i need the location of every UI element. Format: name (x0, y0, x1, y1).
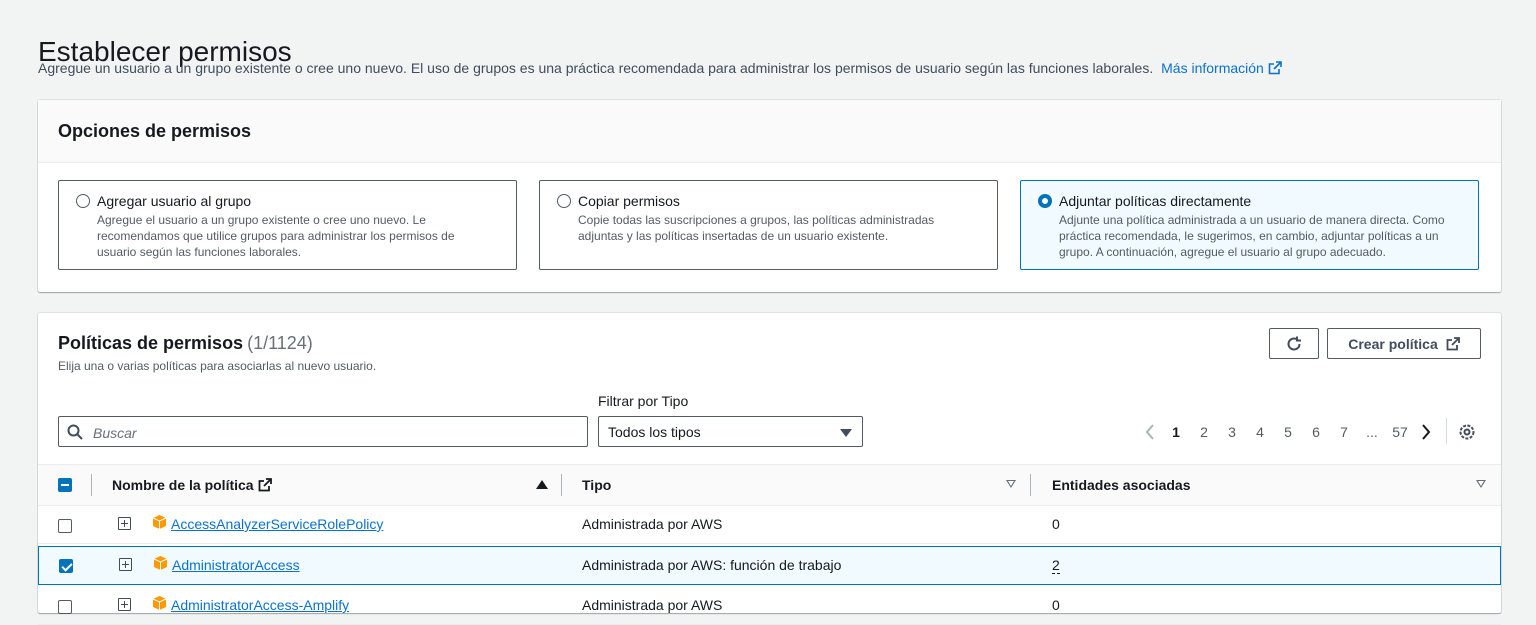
page-ellipsis: ... (1366, 424, 1378, 440)
option-copy-permissions-description: Copie todas las suscripciones a grupos, … (578, 213, 935, 243)
permission-options-header: Opciones de permisos (38, 100, 1501, 163)
external-link-icon (258, 478, 272, 492)
expand-icon[interactable] (118, 517, 131, 530)
column-divider (1030, 474, 1031, 496)
aws-managed-icon (153, 556, 168, 570)
aws-managed-icon (152, 515, 167, 529)
column-divider (561, 474, 562, 496)
policy-type: Administrada por AWS: función de trabajo (582, 557, 842, 573)
option-attach-policies-label: Adjuntar políticas directamente (1059, 193, 1252, 209)
filter-type-select[interactable]: Todos los tipos (598, 416, 863, 447)
table-header: Nombre de la política Tipo Entidades aso… (38, 464, 1501, 506)
page-3[interactable]: 3 (1218, 424, 1246, 440)
row-checkbox[interactable] (58, 519, 72, 533)
prev-page-button[interactable] (1138, 424, 1162, 440)
sort-icon[interactable] (1476, 480, 1486, 488)
permission-options-title: Opciones de permisos (58, 121, 252, 141)
more-info-label: Más información (1161, 60, 1264, 76)
sort-ascending-icon[interactable] (536, 480, 548, 489)
option-copy-permissions-label: Copiar permisos (578, 193, 680, 209)
page-5[interactable]: 5 (1274, 424, 1302, 440)
page-description: Agregue un usuario a un grupo existente … (38, 60, 1282, 76)
policy-type: Administrada por AWS (582, 516, 723, 532)
caret-down-icon (840, 429, 852, 437)
filter-type-value: Todos los tipos (608, 424, 701, 440)
pagination: 1 2 3 4 5 6 7 ... 57 (1138, 421, 1438, 443)
select-all-checkbox[interactable] (58, 478, 72, 492)
create-policy-label: Crear política (1348, 335, 1438, 352)
option-add-to-group-label: Agregar usuario al grupo (97, 193, 252, 209)
policies-title-text: Políticas de permisos (58, 333, 244, 353)
column-name-label: Nombre de la política (112, 477, 254, 493)
policies-description: Elija una o varias políticas para asocia… (58, 359, 377, 373)
permission-policies-panel: Políticas de permisos (1/1124) Elija una … (38, 313, 1501, 625)
expand-icon[interactable] (118, 598, 131, 611)
page-6[interactable]: 6 (1302, 424, 1330, 440)
radio-copy-permissions[interactable] (557, 194, 571, 208)
policy-entities[interactable]: 2 (1052, 557, 1060, 574)
column-header-type[interactable]: Tipo (582, 477, 611, 493)
sort-icon[interactable] (1006, 480, 1016, 488)
policy-type: Administrada por AWS (582, 597, 723, 613)
policies-count: (1/1124) (247, 333, 313, 353)
radio-add-to-group[interactable] (76, 194, 90, 208)
search-box[interactable] (58, 416, 588, 447)
page-description-text: Agregue un usuario a un grupo existente … (38, 60, 1154, 76)
option-copy-permissions[interactable]: Copiar permisos Copie todas las suscripc… (539, 180, 998, 270)
external-link-icon (1446, 336, 1460, 350)
radio-attach-policies[interactable] (1038, 194, 1052, 208)
chevron-right-icon (1422, 424, 1431, 440)
policy-name-link[interactable]: AdministratorAccess-Amplify (171, 597, 349, 613)
option-add-to-group-description: Agregue el usuario a un grupo existente … (97, 213, 455, 259)
more-info-link[interactable]: Más información (1161, 60, 1282, 76)
option-add-to-group[interactable]: Agregar usuario al grupo Agregue el usua… (58, 180, 517, 270)
page-7[interactable]: 7 (1330, 424, 1358, 440)
page-2[interactable]: 2 (1190, 424, 1218, 440)
create-policy-button[interactable]: Crear política (1327, 328, 1481, 359)
refresh-button[interactable] (1269, 328, 1319, 359)
table-row[interactable]: AccessAnalyzerServiceRolePolicy Administ… (38, 505, 1501, 544)
column-header-entities[interactable]: Entidades asociadas (1052, 477, 1191, 493)
policy-entities: 0 (1052, 597, 1060, 613)
policies-title: Políticas de permisos (1/1124) (58, 333, 313, 354)
page-57[interactable]: 57 (1386, 424, 1414, 440)
next-page-button[interactable] (1414, 424, 1438, 440)
page-1[interactable]: 1 (1162, 424, 1190, 440)
aws-managed-icon (152, 596, 167, 610)
policy-name-link[interactable]: AccessAnalyzerServiceRolePolicy (171, 516, 383, 532)
search-input[interactable] (91, 422, 575, 444)
permission-options-panel: Opciones de permisos Agregar usuario al … (38, 100, 1501, 292)
expand-icon[interactable] (119, 558, 132, 571)
external-link-icon (1268, 61, 1282, 75)
option-attach-policies-description: Adjunte una política administrada a un u… (1059, 213, 1445, 259)
pagination-divider (1446, 418, 1447, 444)
gear-icon[interactable] (1458, 423, 1476, 441)
policy-name-link[interactable]: AdministratorAccess (172, 557, 300, 573)
search-icon (67, 424, 83, 440)
column-divider (91, 474, 92, 496)
chevron-left-icon (1145, 424, 1154, 440)
row-checkbox[interactable] (59, 559, 73, 573)
option-attach-policies[interactable]: Adjuntar políticas directamente Adjunte … (1020, 180, 1479, 270)
page-4[interactable]: 4 (1246, 424, 1274, 440)
table-row[interactable]: AdministratorAccess Administrada por AWS… (38, 546, 1501, 585)
refresh-icon (1287, 336, 1301, 350)
filter-type-label: Filtrar por Tipo (598, 393, 689, 409)
policy-entities: 0 (1052, 516, 1060, 532)
column-header-name[interactable]: Nombre de la política (112, 477, 272, 493)
row-checkbox[interactable] (58, 600, 72, 614)
